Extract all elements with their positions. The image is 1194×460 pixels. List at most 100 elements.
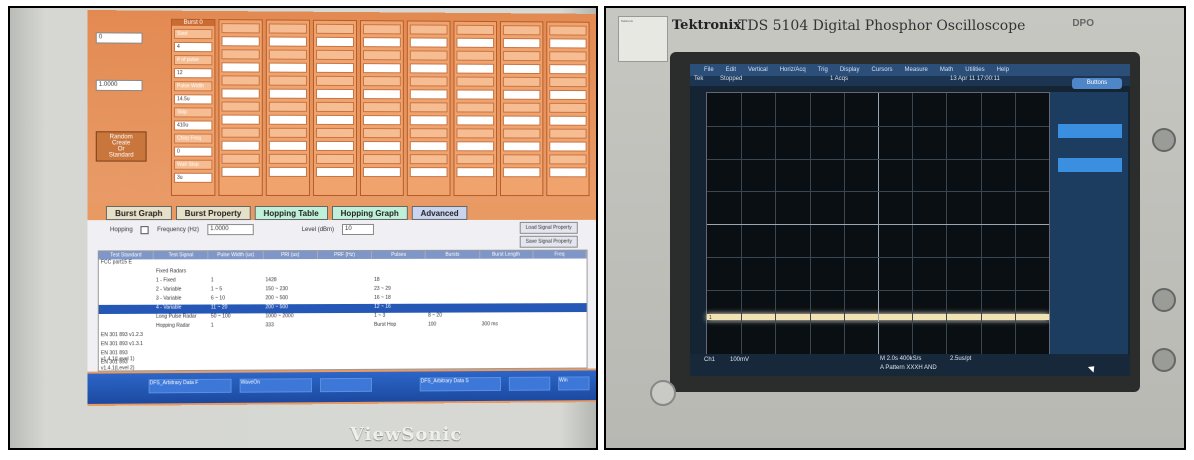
knob-icon[interactable]: [1152, 128, 1176, 152]
burst-value-field[interactable]: [549, 89, 587, 101]
taskbar-item[interactable]: DFS_Arbitrary Data F: [148, 378, 232, 394]
burst-value-field[interactable]: [315, 36, 354, 48]
burst-value-field[interactable]: [456, 37, 495, 48]
knob-icon[interactable]: [1152, 348, 1176, 372]
burst-value-field[interactable]: [549, 167, 587, 178]
tab-burst-property[interactable]: Burst Property: [175, 205, 251, 221]
burst-value-field[interactable]: [268, 140, 307, 151]
burst-value-field[interactable]: [268, 62, 307, 73]
burst-value-field[interactable]: [456, 89, 495, 100]
burst-value-field[interactable]: [409, 167, 448, 178]
burst-value-field[interactable]: [409, 63, 448, 74]
burst-value-field[interactable]: [502, 141, 541, 152]
burst-value-field[interactable]: [315, 140, 354, 152]
burst-value-field[interactable]: [221, 114, 260, 125]
table-header-cell[interactable]: Burst Length: [479, 250, 534, 259]
side-menu-box-1[interactable]: [1058, 124, 1122, 138]
table-header-cell[interactable]: Test Standard: [98, 251, 154, 260]
taskbar-item[interactable]: DFS_Arbitrary Data S: [419, 376, 501, 392]
burst-value-field[interactable]: [502, 167, 541, 178]
burst-value-field[interactable]: [409, 141, 448, 152]
burst-value-field[interactable]: [221, 88, 260, 99]
burst-value-field[interactable]: [268, 114, 307, 125]
burst-value-field[interactable]: [409, 37, 448, 48]
table-header-cell[interactable]: PRI (us): [263, 251, 318, 260]
tab-hopping-graph[interactable]: Hopping Graph: [331, 205, 408, 221]
burst-value-field[interactable]: [221, 62, 260, 73]
table-header-cell[interactable]: Pulse Width (us): [208, 251, 264, 260]
scope-menu-item[interactable]: Help: [997, 64, 1009, 76]
buttons-button[interactable]: Buttons: [1072, 78, 1122, 89]
burst-value-field[interactable]: [456, 115, 495, 126]
table-row[interactable]: EN 301 893 v1.4.1(Level 2): [99, 357, 587, 371]
taskbar-item[interactable]: WaveOn: [239, 378, 312, 393]
random-create-button[interactable]: Random Create Or Standard: [95, 131, 147, 162]
burst-value-field[interactable]: [409, 115, 448, 126]
burst-value-field[interactable]: [362, 115, 401, 126]
burst-value-field[interactable]: [315, 114, 354, 126]
burst-value-field[interactable]: 14.5u: [173, 94, 213, 105]
table-header-cell[interactable]: Pulses: [372, 250, 427, 259]
load-property-button[interactable]: Load Signal Property: [519, 221, 578, 234]
burst-value-field[interactable]: [268, 36, 307, 47]
burst-value-field[interactable]: [502, 63, 541, 75]
taskbar-item[interactable]: [319, 377, 372, 393]
side-menu-box-2[interactable]: [1058, 158, 1122, 172]
burst-value-field[interactable]: [456, 141, 495, 152]
burst-value-field[interactable]: 4: [173, 41, 213, 53]
burst-value-field[interactable]: [549, 64, 587, 75]
value1-field[interactable]: 0: [95, 32, 143, 44]
burst-value-field[interactable]: [268, 166, 307, 177]
burst-value-field[interactable]: [549, 115, 587, 126]
scope-menu-item[interactable]: Math: [940, 64, 953, 76]
burst-value-field[interactable]: [221, 36, 260, 47]
burst-value-field[interactable]: [221, 140, 260, 151]
burst-value-field[interactable]: [502, 115, 541, 126]
burst-value-field[interactable]: [549, 141, 587, 152]
burst-value-field[interactable]: [362, 89, 401, 100]
scope-menu-item[interactable]: Trig: [818, 64, 828, 76]
burst-value-field[interactable]: [268, 88, 307, 99]
scope-menu-item[interactable]: Utilities: [965, 64, 984, 76]
tab-hopping-table[interactable]: Hopping Table: [254, 205, 328, 221]
scope-menu-item[interactable]: Vertical: [748, 64, 768, 76]
burst-value-field[interactable]: [315, 88, 354, 100]
scope-menu-item[interactable]: Measure: [905, 64, 928, 76]
scope-menu-item[interactable]: Display: [840, 64, 860, 76]
value2-field[interactable]: 1.0000: [95, 79, 143, 92]
taskbar-item[interactable]: Win: [558, 376, 590, 391]
burst-value-field[interactable]: [362, 63, 401, 74]
scope-menu-item[interactable]: Horiz/Acq: [780, 64, 806, 76]
save-property-button[interactable]: Save Signal Property: [519, 235, 578, 248]
taskbar-item[interactable]: [508, 376, 551, 391]
burst-value-field[interactable]: [362, 167, 401, 178]
hopping-checkbox[interactable]: [140, 225, 149, 234]
burst-value-field[interactable]: 0: [173, 146, 213, 157]
power-ring-icon[interactable]: [650, 380, 676, 406]
table-header-cell[interactable]: PRF (Hz): [317, 250, 373, 260]
tab-advanced[interactable]: Advanced: [411, 206, 468, 220]
knob-icon[interactable]: [1152, 288, 1176, 312]
burst-value-field[interactable]: [315, 62, 354, 74]
scope-menu-item[interactable]: Cursors: [872, 64, 893, 76]
burst-value-field[interactable]: [362, 141, 401, 152]
burst-value-field[interactable]: [456, 167, 495, 178]
table-header-cell[interactable]: Bursts: [426, 250, 480, 259]
scope-menu-item[interactable]: Edit: [726, 64, 736, 76]
burst-value-field[interactable]: [456, 63, 495, 74]
tab-burst-graph[interactable]: Burst Graph: [105, 205, 172, 221]
burst-value-field[interactable]: [409, 89, 448, 100]
burst-value-field[interactable]: 3u: [173, 172, 213, 183]
table-header-cell[interactable]: Freq: [533, 250, 587, 259]
burst-value-field[interactable]: [315, 166, 354, 178]
scope-menu-item[interactable]: File: [704, 64, 714, 76]
burst-value-field[interactable]: [502, 89, 541, 100]
burst-value-field[interactable]: [549, 38, 587, 49]
burst-value-field[interactable]: [362, 37, 401, 48]
freq-input[interactable]: 1.0000: [207, 224, 254, 236]
table-header-cell[interactable]: Test Signal: [153, 251, 209, 260]
burst-value-field[interactable]: [502, 38, 541, 49]
level-input[interactable]: 10: [342, 223, 374, 236]
burst-value-field[interactable]: [221, 166, 260, 177]
burst-value-field[interactable]: 12: [173, 68, 213, 79]
